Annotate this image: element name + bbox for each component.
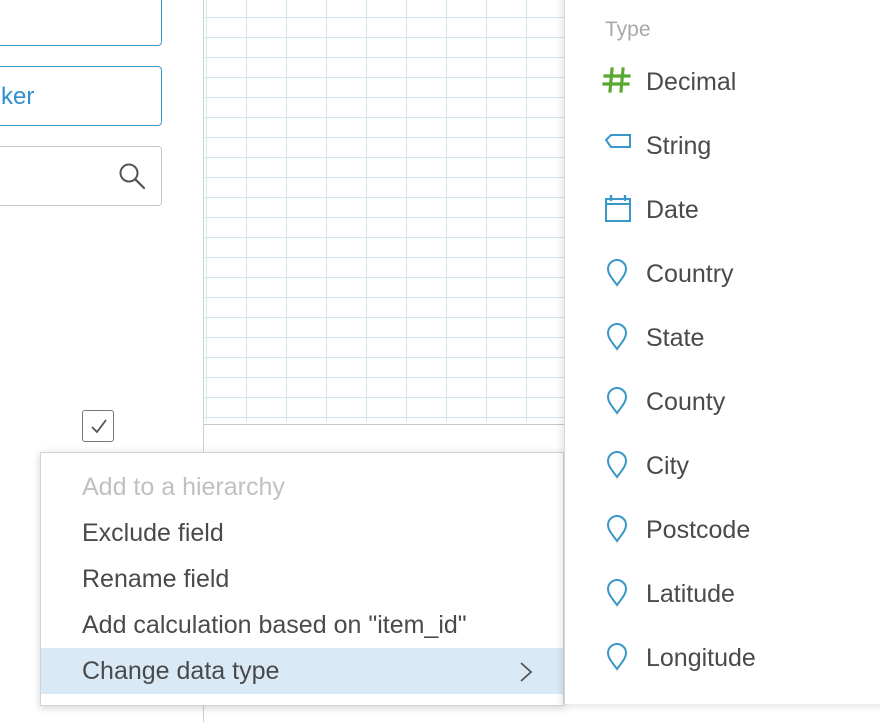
- type-item-label: City: [646, 452, 690, 480]
- map-pin-icon: [606, 387, 628, 415]
- type-item-label: String: [646, 132, 712, 160]
- type-item-country[interactable]: Country: [600, 254, 870, 294]
- type-item-county[interactable]: County: [600, 382, 870, 422]
- field-item[interactable]: ker: [0, 66, 162, 126]
- type-item-postcode[interactable]: Postcode: [600, 510, 870, 550]
- map-pin-icon: [606, 579, 628, 607]
- type-item-string[interactable]: String: [600, 126, 870, 166]
- calendar-icon: [605, 195, 631, 222]
- type-item-date[interactable]: Date: [600, 190, 870, 230]
- field-checkbox[interactable]: [82, 410, 114, 442]
- type-item-label: County: [646, 388, 726, 416]
- menu-item-rename-field[interactable]: Rename field: [41, 556, 563, 602]
- field-item-label: ker: [1, 83, 35, 110]
- map-pin-icon: [606, 643, 628, 671]
- menu-item-label: Add to a hierarchy: [82, 473, 285, 501]
- tag-icon: [604, 134, 631, 148]
- search-icon[interactable]: [118, 162, 146, 190]
- menu-item-add-calculation[interactable]: Add calculation based on "item_id": [41, 602, 563, 648]
- chevron-right-icon: [520, 662, 533, 682]
- menu-item-label: Exclude field: [82, 519, 224, 547]
- type-item-state[interactable]: State: [600, 318, 870, 358]
- menu-item-label: Rename field: [82, 565, 230, 593]
- type-item-label: Country: [646, 260, 734, 288]
- type-item-label: State: [646, 324, 705, 352]
- field-item-selected[interactable]: [0, 0, 162, 46]
- menu-item-change-data-type[interactable]: Change data type: [41, 648, 563, 694]
- map-pin-icon: [606, 259, 628, 287]
- menu-item-exclude-field[interactable]: Exclude field: [41, 510, 563, 556]
- menu-item-label: Change data type: [82, 657, 280, 685]
- type-item-label: Postcode: [646, 516, 751, 544]
- visual-canvas-grid[interactable]: [204, 0, 564, 422]
- menu-item-label: Add calculation based on "item_id": [82, 611, 467, 639]
- type-item-latitude[interactable]: Latitude: [600, 574, 870, 614]
- type-item-decimal[interactable]: Decimal: [600, 62, 870, 102]
- type-item-city[interactable]: City: [600, 446, 870, 486]
- type-menu-header: Type: [605, 18, 651, 41]
- type-item-label: Longitude: [646, 644, 756, 672]
- type-item-label: Decimal: [646, 68, 737, 96]
- map-pin-icon: [606, 451, 628, 479]
- type-item-label: Latitude: [646, 580, 735, 608]
- checkmark-icon: [91, 419, 107, 434]
- hash-icon: [602, 67, 631, 93]
- map-pin-icon: [606, 323, 628, 351]
- type-item-label: Date: [646, 196, 699, 224]
- type-item-longitude[interactable]: Longitude: [600, 638, 870, 678]
- field-context-menu: Add to a hierarchy Exclude field Rename …: [40, 452, 564, 706]
- canvas-divider: [204, 424, 564, 425]
- menu-item-add-to-hierarchy: Add to a hierarchy: [41, 464, 563, 510]
- map-pin-icon: [606, 515, 628, 543]
